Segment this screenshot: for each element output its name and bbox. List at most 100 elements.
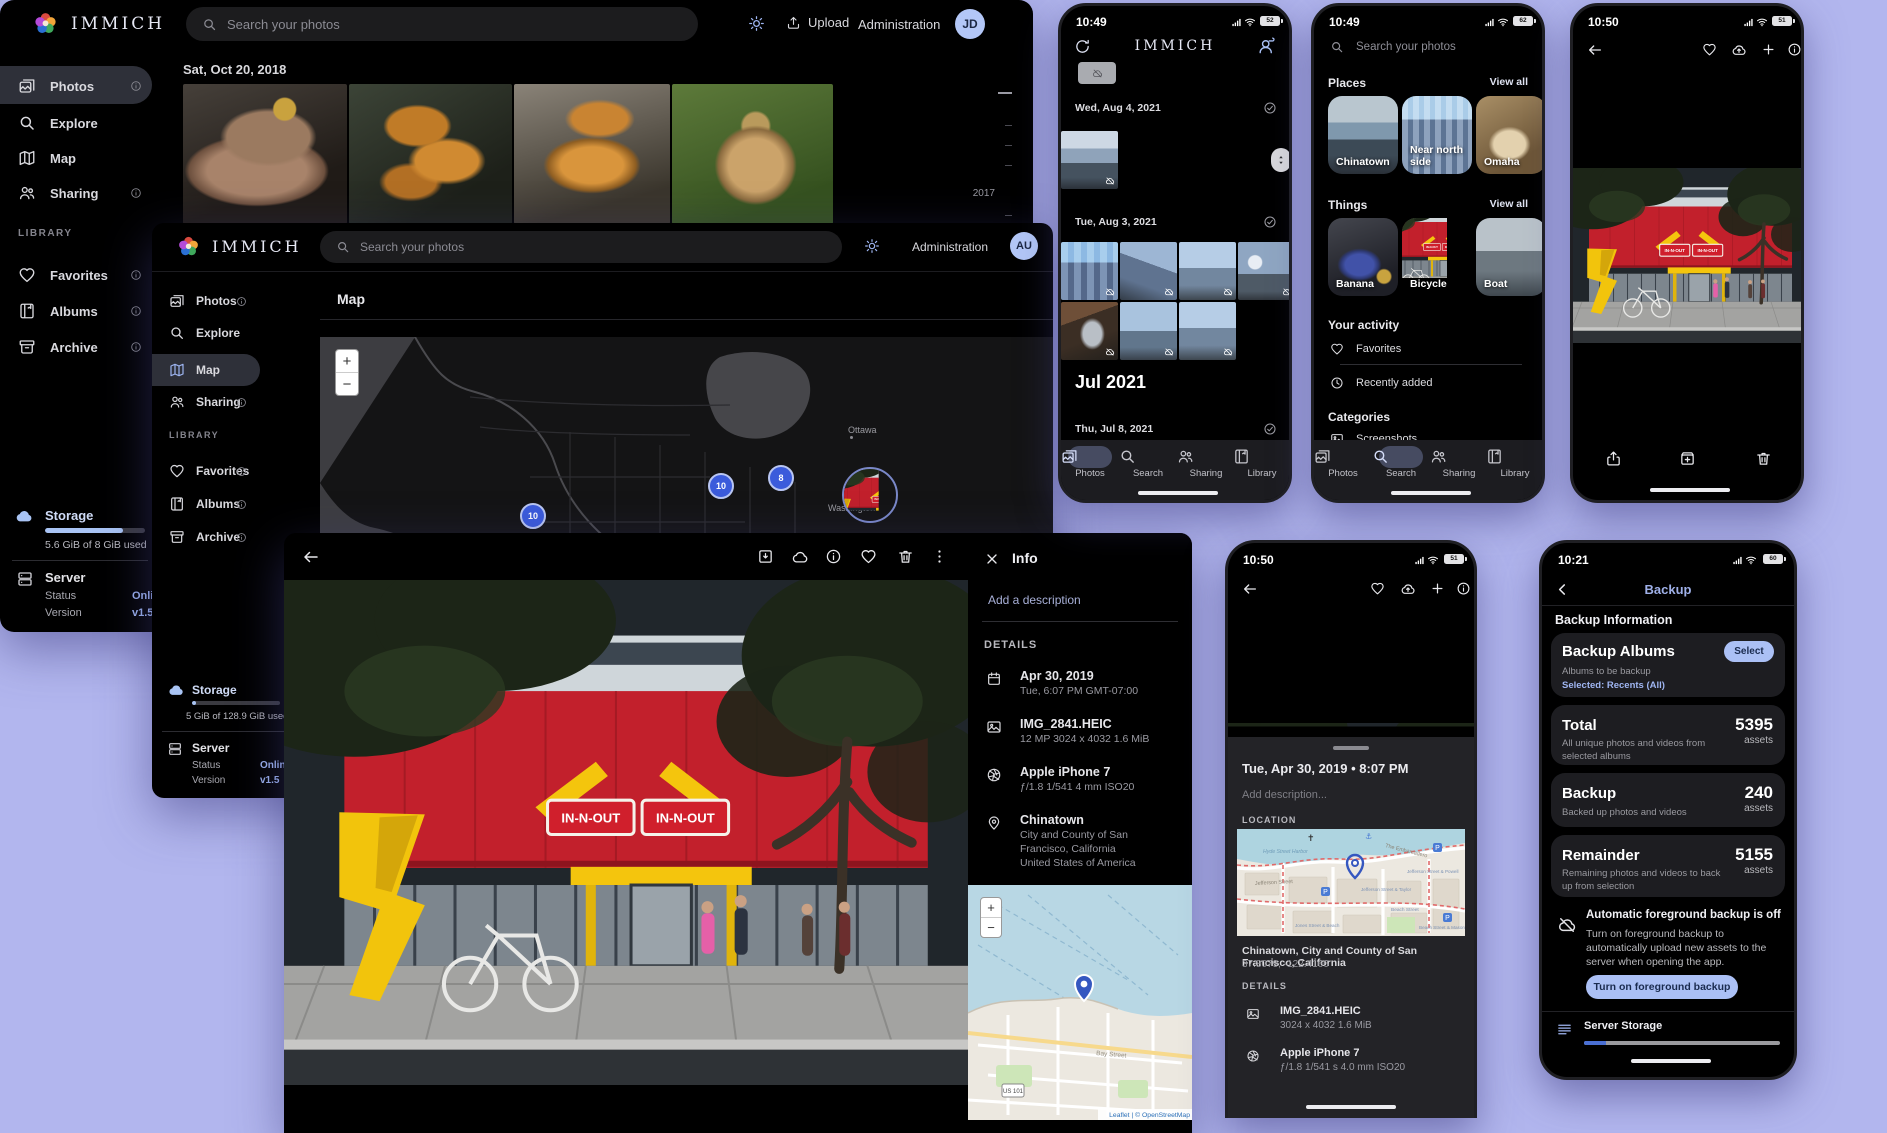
sidebar-item-sharing[interactable]: Sharing <box>169 394 241 410</box>
photo-top-strip[interactable] <box>1228 723 1474 737</box>
nav-tab-search[interactable]: Search <box>1372 448 1430 479</box>
photo-thumbnail[interactable] <box>1120 242 1177 300</box>
favorite-heart-icon[interactable] <box>1702 42 1717 57</box>
favorite-heart-icon[interactable] <box>1370 581 1385 596</box>
description-input[interactable]: Add description... <box>1242 789 1327 801</box>
thing-card-bicycle[interactable]: Bicycle <box>1402 218 1472 296</box>
nav-tab-search[interactable]: Search <box>1119 448 1177 479</box>
back-icon[interactable] <box>1242 581 1258 597</box>
sidebar-item-favorites[interactable]: Favorites <box>18 266 108 284</box>
nav-tab-photos[interactable]: Photos <box>1061 448 1119 479</box>
search-input[interactable]: Search your photos <box>186 7 698 41</box>
sidebar-item-map[interactable]: Map <box>169 362 220 378</box>
photo-thumbnail[interactable] <box>1078 62 1116 84</box>
nav-tab-sharing[interactable]: Sharing <box>1430 448 1488 479</box>
info-icon[interactable] <box>1787 42 1802 57</box>
sidebar-item-photos[interactable]: Photos <box>169 293 237 309</box>
location-map[interactable] <box>1237 829 1465 936</box>
info-icon[interactable] <box>1456 581 1471 596</box>
nav-tab-library[interactable]: Library <box>1233 448 1291 479</box>
close-icon[interactable] <box>984 551 1000 567</box>
viewer-photo[interactable] <box>1573 168 1801 343</box>
sidebar-item-archive[interactable]: Archive <box>169 529 240 545</box>
map-photo-marker[interactable] <box>842 467 898 523</box>
cloud-upload-icon[interactable] <box>1731 42 1747 58</box>
map-cluster-marker[interactable]: 10 <box>520 503 546 529</box>
user-avatar[interactable]: JD <box>955 9 985 39</box>
turn-on-foreground-backup-button[interactable]: Turn on foreground backup <box>1586 975 1738 999</box>
things-view-all[interactable]: View all <box>1490 198 1528 210</box>
location-map[interactable]: + − <box>968 885 1192 1120</box>
theme-toggle-icon[interactable] <box>748 15 765 32</box>
cloud-upload-icon[interactable] <box>1400 581 1416 597</box>
administration-link[interactable]: Administration <box>912 240 988 254</box>
add-icon[interactable] <box>1761 42 1776 57</box>
photo-thumbnail[interactable] <box>183 84 347 224</box>
download-icon[interactable] <box>757 548 774 565</box>
theme-toggle-icon[interactable] <box>864 238 880 254</box>
photo-thumbnail[interactable] <box>672 84 833 224</box>
upload-button[interactable]: Upload <box>786 15 849 30</box>
sidebar-item-explore[interactable]: Explore <box>18 114 98 132</box>
trash-icon[interactable] <box>1755 450 1772 467</box>
check-circle-icon[interactable] <box>1263 101 1277 115</box>
sidebar-item-albums[interactable]: Albums <box>18 302 98 320</box>
add-icon[interactable] <box>1430 581 1445 596</box>
search-input[interactable]: Search your photos <box>320 231 842 263</box>
photo-thumbnail[interactable] <box>349 84 512 224</box>
map-cluster-marker[interactable]: 8 <box>768 465 794 491</box>
sidebar-item-sharing[interactable]: Sharing <box>18 184 98 202</box>
place-card-chinatown[interactable]: Chinatown <box>1328 96 1398 174</box>
sheet-drag-handle[interactable] <box>1333 746 1369 750</box>
search-input[interactable]: Search your photos <box>1330 40 1456 54</box>
description-input[interactable]: Add a description <box>988 593 1081 607</box>
map-zoom-out-button[interactable]: − <box>336 373 358 395</box>
administration-link[interactable]: Administration <box>858 17 940 32</box>
favorite-heart-icon[interactable] <box>860 548 877 565</box>
map-zoom-in-button[interactable]: + <box>336 350 358 373</box>
nav-tab-library[interactable]: Library <box>1486 448 1544 479</box>
app-logo[interactable]: IMMICH <box>176 234 302 259</box>
photo-thumbnail[interactable] <box>1179 302 1236 360</box>
nav-tab-sharing[interactable]: Sharing <box>1177 448 1235 479</box>
sidebar-item-albums[interactable]: Albums <box>169 496 240 512</box>
map-cluster-marker[interactable]: 10 <box>708 473 734 499</box>
thing-card-banana[interactable]: Banana <box>1328 218 1398 296</box>
check-circle-icon[interactable] <box>1263 422 1277 436</box>
activity-recently-added[interactable]: Recently added <box>1330 376 1432 390</box>
home-indicator[interactable] <box>1391 491 1471 495</box>
info-icon[interactable] <box>825 548 842 565</box>
nav-tab-photos[interactable]: Photos <box>1314 448 1372 479</box>
archive-add-icon[interactable] <box>1679 450 1696 467</box>
home-indicator[interactable] <box>1650 488 1730 492</box>
photo-thumbnail[interactable] <box>1238 242 1292 300</box>
home-indicator[interactable] <box>1306 1105 1396 1109</box>
back-icon[interactable] <box>302 548 320 566</box>
activity-favorites[interactable]: Favorites <box>1330 342 1401 356</box>
user-avatar[interactable]: AU <box>1010 232 1038 260</box>
photo-thumbnail[interactable] <box>1061 302 1118 360</box>
share-icon[interactable] <box>1605 450 1622 467</box>
sidebar-item-photos[interactable]: Photos <box>18 77 94 95</box>
photo-thumbnail[interactable] <box>1061 242 1118 300</box>
sidebar-item-archive[interactable]: Archive <box>18 338 98 356</box>
scrubber-handle[interactable] <box>1271 148 1291 172</box>
home-indicator[interactable] <box>1631 1059 1711 1063</box>
check-circle-icon[interactable] <box>1263 215 1277 229</box>
sidebar-item-explore[interactable]: Explore <box>169 325 240 341</box>
trash-icon[interactable] <box>897 548 914 565</box>
places-view-all[interactable]: View all <box>1490 76 1528 88</box>
profile-avatar-icon[interactable] <box>1257 36 1276 55</box>
home-indicator[interactable] <box>1138 491 1218 495</box>
select-albums-button[interactable]: Select <box>1724 641 1774 662</box>
place-card-omaha[interactable]: Omaha <box>1476 96 1545 174</box>
kebab-menu-icon[interactable] <box>931 548 948 565</box>
viewer-photo[interactable] <box>284 580 968 1085</box>
photo-thumbnail[interactable] <box>1120 302 1177 360</box>
thing-card-boat[interactable]: Boat <box>1476 218 1545 296</box>
map-zoom-in-button[interactable]: + <box>981 898 1001 918</box>
sidebar-item-map[interactable]: Map <box>18 149 76 167</box>
place-card-near-north-side[interactable]: Near north side <box>1402 96 1472 174</box>
cloud-icon[interactable] <box>791 548 809 566</box>
back-icon[interactable] <box>1587 42 1603 58</box>
